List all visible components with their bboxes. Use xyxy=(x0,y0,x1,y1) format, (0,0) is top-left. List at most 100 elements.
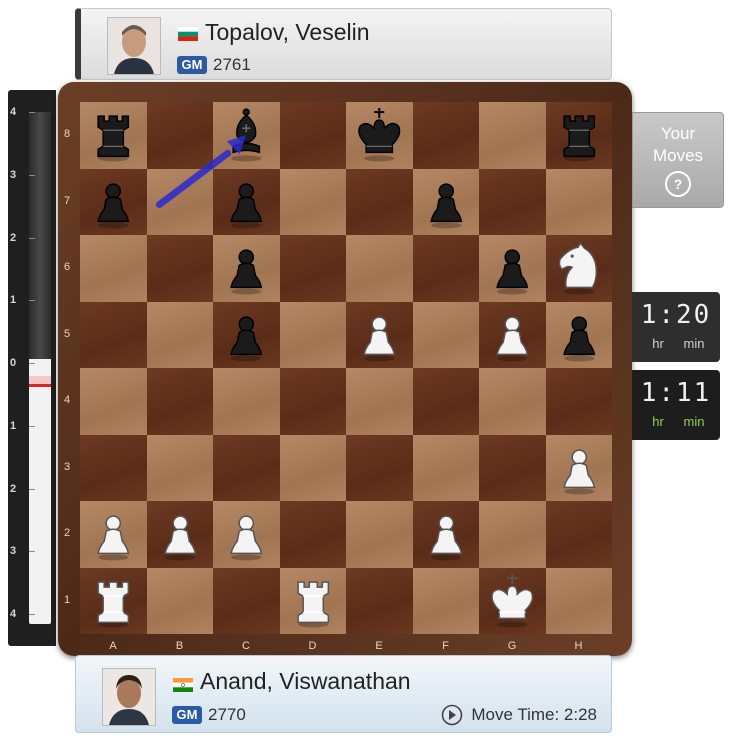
evaluation-bar: 4 3 2 1 0 1 2 3 4 xyxy=(8,90,56,646)
top-clock-unit-hr: hr xyxy=(652,336,664,351)
white-pawn-icon[interactable] xyxy=(479,302,546,369)
square-e2[interactable] xyxy=(346,501,413,568)
square-d8[interactable] xyxy=(279,102,346,169)
black-pawn-icon[interactable] xyxy=(213,235,280,302)
square-b6[interactable] xyxy=(146,235,213,302)
eval-tick-mark xyxy=(29,363,35,364)
help-icon[interactable]: ? xyxy=(665,171,691,197)
black-pawn-icon[interactable] xyxy=(80,169,147,236)
square-d3[interactable] xyxy=(279,434,346,501)
black-pawn-icon[interactable] xyxy=(213,302,280,369)
chess-board[interactable] xyxy=(80,102,612,634)
square-e7[interactable] xyxy=(346,168,413,235)
white-rook-icon[interactable] xyxy=(280,568,347,635)
square-h1[interactable] xyxy=(545,567,612,634)
black-rook-icon[interactable] xyxy=(80,102,147,169)
black-pawn-icon[interactable] xyxy=(213,169,280,236)
square-b5[interactable] xyxy=(146,301,213,368)
square-g4[interactable] xyxy=(479,368,546,435)
square-d4[interactable] xyxy=(279,368,346,435)
black-pawn-icon[interactable] xyxy=(546,302,613,369)
square-g5[interactable] xyxy=(479,301,546,369)
white-rook-icon[interactable] xyxy=(80,568,147,635)
black-rook-icon[interactable] xyxy=(546,102,613,169)
square-h3[interactable] xyxy=(545,434,613,502)
black-pawn-icon[interactable] xyxy=(413,169,480,236)
your-moves-button[interactable]: Your Moves ? xyxy=(632,112,724,208)
black-bishop-icon[interactable] xyxy=(213,102,280,169)
square-d5[interactable] xyxy=(279,301,346,368)
square-d7[interactable] xyxy=(279,168,346,235)
square-g1[interactable] xyxy=(479,567,546,635)
square-c7[interactable] xyxy=(213,168,280,236)
white-pawn-icon[interactable] xyxy=(546,435,613,502)
square-f6[interactable] xyxy=(412,235,479,302)
square-b8[interactable] xyxy=(146,102,213,169)
black-king-icon[interactable] xyxy=(346,102,413,169)
move-time: Move Time: 2:28 xyxy=(441,704,597,726)
square-c6[interactable] xyxy=(213,235,280,302)
eval-tick-mark xyxy=(29,488,35,490)
square-b2[interactable] xyxy=(146,501,214,568)
rank-label-8: 8 xyxy=(64,128,71,140)
square-h6[interactable] xyxy=(545,235,613,302)
white-knight-icon[interactable] xyxy=(546,235,613,302)
square-a3[interactable] xyxy=(80,434,147,501)
square-b7[interactable] xyxy=(146,168,213,235)
square-a8[interactable] xyxy=(80,102,147,169)
square-e4[interactable] xyxy=(346,368,413,435)
square-f7[interactable] xyxy=(412,168,480,236)
square-e5[interactable] xyxy=(346,301,413,369)
square-g7[interactable] xyxy=(479,168,546,235)
square-f3[interactable] xyxy=(412,434,479,501)
square-g6[interactable] xyxy=(479,235,546,302)
square-b1[interactable] xyxy=(146,567,213,634)
square-c3[interactable] xyxy=(213,434,280,501)
square-c2[interactable] xyxy=(213,501,280,568)
square-g2[interactable] xyxy=(479,501,546,568)
square-h2[interactable] xyxy=(545,501,612,568)
square-h8[interactable] xyxy=(545,102,613,169)
white-pawn-icon[interactable] xyxy=(413,501,480,568)
square-b3[interactable] xyxy=(146,434,213,501)
square-g8[interactable] xyxy=(479,102,546,169)
square-c8[interactable] xyxy=(213,102,280,169)
white-pawn-icon[interactable] xyxy=(213,501,280,568)
square-e6[interactable] xyxy=(346,235,413,302)
square-a4[interactable] xyxy=(80,368,147,435)
square-e1[interactable] xyxy=(346,567,413,634)
white-king-icon[interactable] xyxy=(479,568,546,635)
white-pawn-icon[interactable] xyxy=(80,501,147,568)
square-a7[interactable] xyxy=(80,168,147,236)
square-f5[interactable] xyxy=(412,301,479,368)
square-f8[interactable] xyxy=(412,102,479,169)
eval-tick-label: 1 xyxy=(10,419,17,432)
square-d6[interactable] xyxy=(279,235,346,302)
square-a5[interactable] xyxy=(80,301,147,368)
square-a1[interactable] xyxy=(80,567,147,635)
square-g3[interactable] xyxy=(479,434,546,501)
square-b4[interactable] xyxy=(146,368,213,435)
square-f4[interactable] xyxy=(412,368,479,435)
square-d2[interactable] xyxy=(279,501,346,568)
black-pawn-icon[interactable] xyxy=(479,235,546,302)
white-pawn-icon[interactable] xyxy=(147,501,214,568)
square-c4[interactable] xyxy=(213,368,280,435)
square-h5[interactable] xyxy=(545,301,613,369)
square-f2[interactable] xyxy=(412,501,480,568)
square-e3[interactable] xyxy=(346,434,413,501)
square-h4[interactable] xyxy=(545,368,612,435)
square-a2[interactable] xyxy=(80,501,147,568)
eval-tick-label: 4 xyxy=(10,608,17,620)
square-e8[interactable] xyxy=(346,102,413,169)
square-c1[interactable] xyxy=(213,567,280,634)
bottom-player-rating: 2770 xyxy=(208,705,246,724)
square-c5[interactable] xyxy=(213,301,280,369)
your-moves-label-2: Moves xyxy=(652,146,704,165)
square-a6[interactable] xyxy=(80,235,147,302)
file-label-d: D xyxy=(308,640,317,652)
square-d1[interactable] xyxy=(279,567,347,635)
white-pawn-icon[interactable] xyxy=(346,302,413,369)
square-f1[interactable] xyxy=(412,567,479,634)
square-h7[interactable] xyxy=(545,168,612,235)
